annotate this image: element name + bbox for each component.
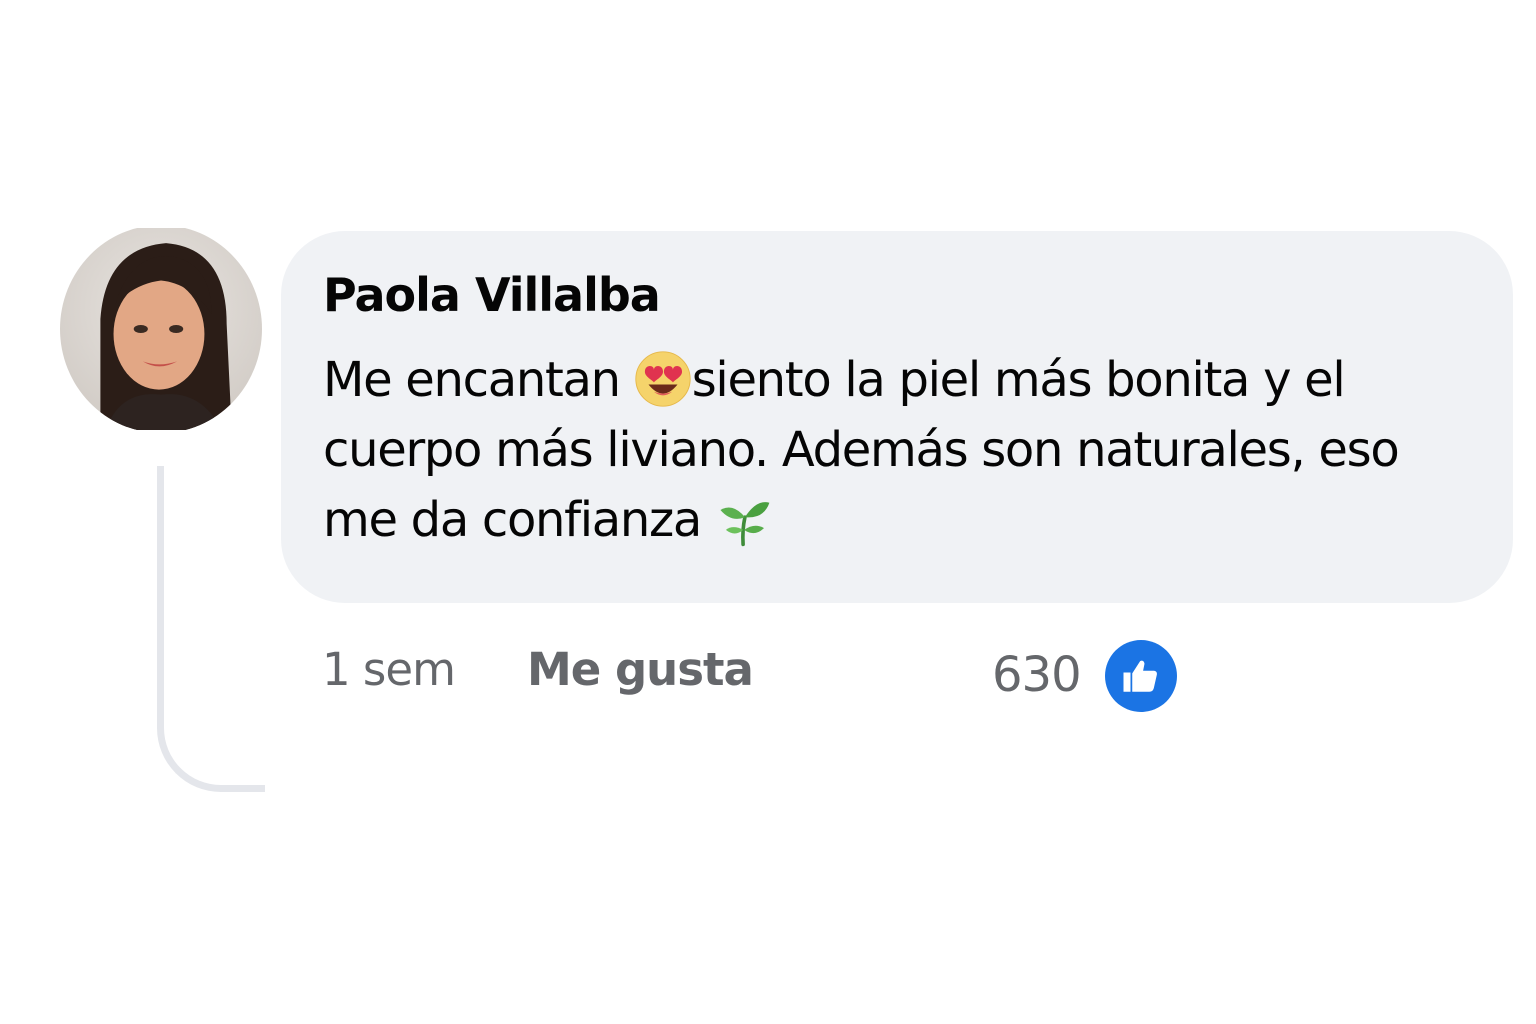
comment-timestamp[interactable]: 1 sem (322, 640, 456, 700)
comment-text: Me encantan siento la piel más bonita y … (323, 345, 1473, 555)
like-button[interactable]: Me gusta (527, 640, 754, 700)
comment-author[interactable]: Paola Villalba (323, 267, 1473, 323)
comment-text-part-1: Me encantan (323, 352, 634, 408)
comment-bubble: Paola Villalba Me encantan siento la pie… (281, 231, 1513, 603)
reaction-count[interactable]: 630 (992, 645, 1082, 705)
reply-thread-line (157, 466, 265, 792)
comment-actions-row: 1 sem Me gusta 630 (322, 640, 1222, 712)
smiling-face-with-heart-eyes-icon (634, 350, 692, 408)
thumbs-up-icon[interactable] (1105, 640, 1177, 712)
comment-screen: Paola Villalba Me encantan siento la pie… (0, 0, 1536, 1024)
avatar[interactable] (60, 225, 262, 433)
profile-photo (60, 228, 262, 430)
seedling-icon (715, 490, 773, 548)
